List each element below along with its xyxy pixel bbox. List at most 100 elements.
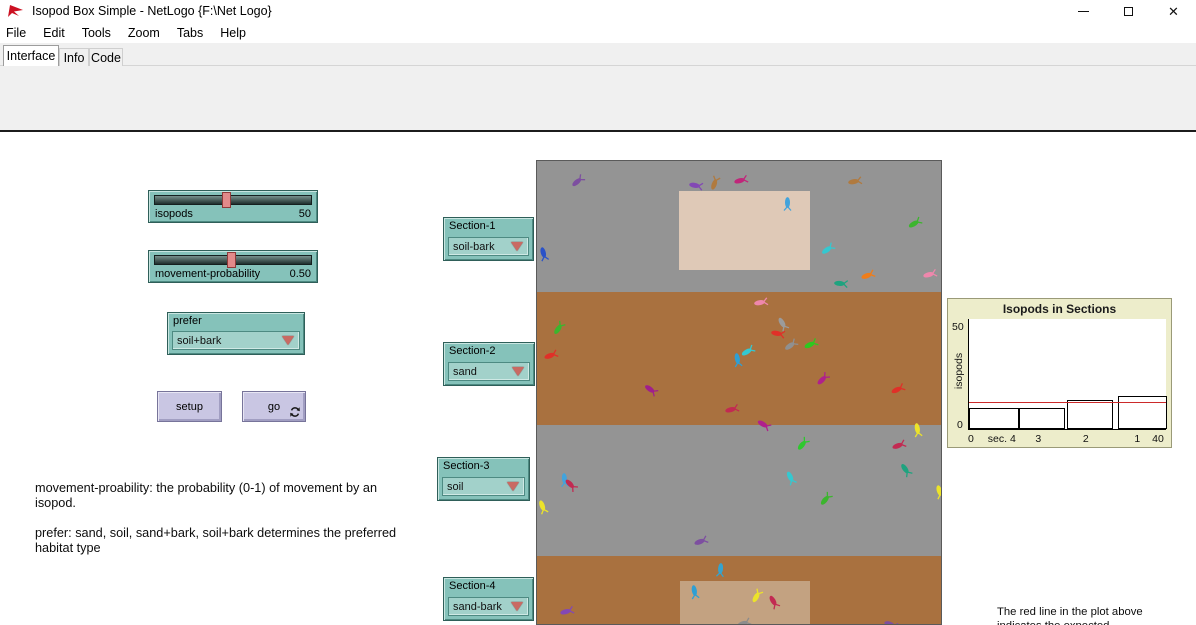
histogram-bar xyxy=(1118,396,1167,429)
slider-thumb[interactable] xyxy=(222,192,231,208)
isopod-agent xyxy=(732,172,749,189)
movement-probability-slider[interactable]: movement-probability 0.50 xyxy=(148,250,318,283)
slider-thumb[interactable] xyxy=(227,252,236,268)
isopod-agent xyxy=(921,266,938,283)
menu-tabs[interactable]: Tabs xyxy=(176,24,211,42)
plot-title: Isopods in Sections xyxy=(948,302,1171,316)
minimize-button[interactable] xyxy=(1061,0,1106,22)
isopod-agent xyxy=(897,461,914,478)
close-icon: ✕ xyxy=(1168,5,1179,18)
isopod-agent xyxy=(687,177,704,194)
isopod-agent xyxy=(779,195,796,212)
world-view xyxy=(536,160,942,625)
go-button[interactable]: go xyxy=(242,391,306,422)
chooser-box[interactable]: sand xyxy=(448,362,530,381)
isopod-agent xyxy=(542,347,559,364)
menu-tools[interactable]: Tools xyxy=(81,24,119,42)
menu-zoom[interactable]: Zoom xyxy=(127,24,168,42)
plot-area xyxy=(968,319,1166,430)
x-axis-tick: 1 xyxy=(1134,433,1140,445)
histogram-bar xyxy=(1019,408,1065,429)
chooser-box[interactable]: soil+bark xyxy=(172,331,300,350)
chooser-title: Section-1 xyxy=(449,220,495,232)
chooser-title: prefer xyxy=(173,315,202,327)
histogram-bar xyxy=(1067,400,1113,429)
chooser-arrow-icon xyxy=(511,242,523,251)
section-4-chooser[interactable]: Section-4 sand-bark xyxy=(443,577,534,621)
section-3-chooser[interactable]: Section-3 soil xyxy=(437,457,530,501)
menu-bar: File Edit Tools Zoom Tabs Help xyxy=(0,22,1196,43)
close-button[interactable]: ✕ xyxy=(1151,0,1196,22)
y-axis-tick-min: 0 xyxy=(957,419,963,431)
tab-interface[interactable]: Interface xyxy=(3,45,59,66)
section-1-chooser[interactable]: Section-1 soil-bark xyxy=(443,217,534,261)
netlogo-logo-icon xyxy=(8,4,24,18)
isopod-agent xyxy=(802,336,819,353)
y-axis-label: isopods xyxy=(953,349,965,393)
chooser-box[interactable]: soil xyxy=(442,477,525,496)
prefer-chooser[interactable]: prefer soil+bark xyxy=(167,312,305,355)
menu-file[interactable]: File xyxy=(5,24,34,42)
isopod-agent xyxy=(859,267,876,284)
isopod-agent xyxy=(889,381,906,398)
isopod-agent xyxy=(909,421,926,438)
x-axis-tick: 3 xyxy=(1035,433,1041,445)
isopod-agent xyxy=(814,371,831,388)
isopod-agent xyxy=(782,469,799,486)
chooser-arrow-icon xyxy=(512,367,524,376)
isopod-agent xyxy=(794,436,811,453)
tab-code[interactable]: Code xyxy=(89,48,123,66)
isopod-agent xyxy=(882,616,899,625)
netlogo-window: Isopod Box Simple - NetLogo {F:\Net Logo… xyxy=(0,0,1196,625)
isopod-agent xyxy=(642,381,659,398)
minimize-icon xyxy=(1078,11,1089,12)
note-movement-probability: movement-proability: the probability (0-… xyxy=(35,481,397,512)
setup-button[interactable]: setup xyxy=(157,391,222,422)
isopod-agent xyxy=(782,337,799,354)
isopod-agent xyxy=(706,175,723,192)
maximize-button[interactable] xyxy=(1106,0,1151,22)
interface-toolbar: Edit Delete + Add ▾abc Button ▼ normal s… xyxy=(0,66,1196,130)
isopod-agent xyxy=(562,476,579,493)
chooser-value: sand-bark xyxy=(453,601,511,613)
x-axis-tick: 40 xyxy=(1152,433,1164,445)
isopod-agent xyxy=(569,173,586,190)
isopods-plot: Isopods in Sections 50 0 isopods 0sec. 4… xyxy=(947,298,1172,448)
isopod-agent xyxy=(846,173,863,190)
isopod-agent xyxy=(755,416,772,433)
note-prefer: prefer: sand, soil, sand+bark, soil+bark… xyxy=(35,526,397,557)
maximize-icon xyxy=(1124,7,1133,16)
chooser-box[interactable]: sand-bark xyxy=(448,597,529,616)
isopod-agent xyxy=(536,498,551,515)
isopod-agent xyxy=(906,215,923,232)
chooser-value: soil-bark xyxy=(453,241,511,253)
isopod-agent xyxy=(686,583,703,600)
menu-help[interactable]: Help xyxy=(219,24,254,42)
isopod-agent xyxy=(890,437,907,454)
plot-note-text: The red line in the plot above indicates… xyxy=(997,606,1145,625)
menu-edit[interactable]: Edit xyxy=(42,24,73,42)
title-bar: Isopod Box Simple - NetLogo {F:\Net Logo… xyxy=(0,0,1196,22)
isopod-agent xyxy=(817,491,834,508)
x-axis-tick: 2 xyxy=(1083,433,1089,445)
chooser-title: Section-3 xyxy=(443,460,489,472)
window-title: Isopod Box Simple - NetLogo {F:\Net Logo… xyxy=(32,4,272,18)
isopods-slider[interactable]: isopods 50 xyxy=(148,190,318,223)
tab-info[interactable]: Info xyxy=(59,48,89,66)
histogram-bar xyxy=(969,408,1019,429)
isopod-agent xyxy=(752,294,769,311)
button-label: setup xyxy=(176,401,203,413)
slider-value: 0.50 xyxy=(290,268,311,280)
isopod-agent xyxy=(712,561,729,578)
button-label: go xyxy=(268,401,280,413)
slider-groove xyxy=(154,195,312,205)
chooser-arrow-icon xyxy=(507,482,519,491)
forever-icon xyxy=(289,406,301,418)
x-axis-tick: sec. 4 xyxy=(988,433,1016,445)
section-2-chooser[interactable]: Section-2 sand xyxy=(443,342,535,386)
isopod-agent xyxy=(735,615,752,625)
habitat-band xyxy=(537,425,941,556)
chooser-box[interactable]: soil-bark xyxy=(448,237,529,256)
tab-bar: Interface Info Code xyxy=(0,43,1196,66)
slider-label: movement-probability xyxy=(155,268,260,280)
